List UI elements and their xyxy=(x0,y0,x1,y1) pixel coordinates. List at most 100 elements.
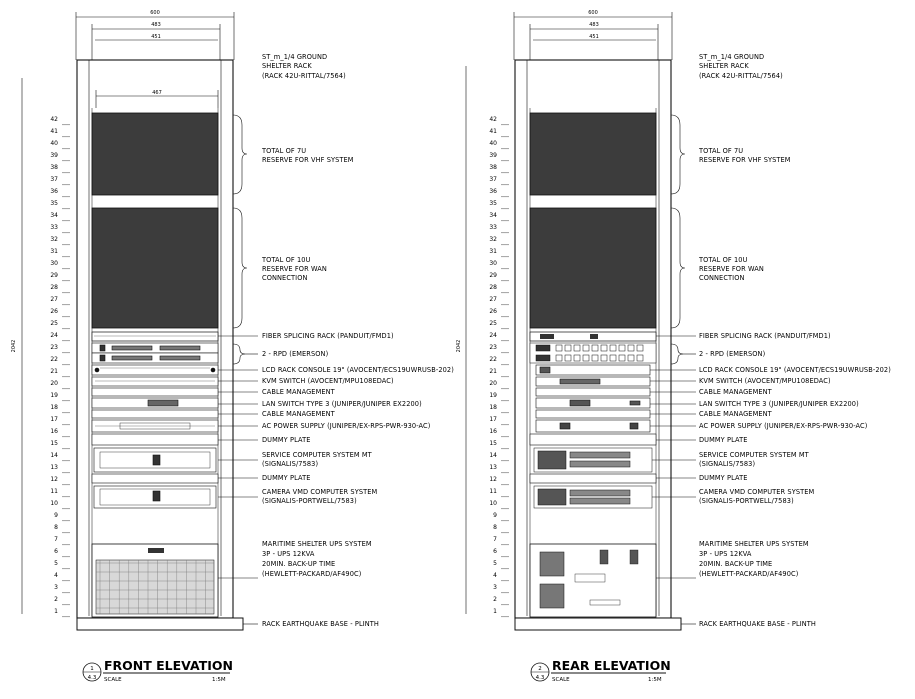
cable-management-1 xyxy=(91,387,219,397)
unit-number: 15 xyxy=(50,440,58,447)
unit-number: 32 xyxy=(50,236,58,243)
rpd-outlet xyxy=(573,344,581,352)
dummy-label-1: DUMMY PLATE xyxy=(262,436,311,444)
unit-number: 24 xyxy=(489,332,497,339)
unit-number: 11 xyxy=(489,488,497,495)
dim-height: 2042 xyxy=(456,340,462,353)
wan-reserve-block xyxy=(529,207,657,329)
lan-switch xyxy=(535,397,651,409)
unit-number: 29 xyxy=(50,272,58,279)
unit-number: 8 xyxy=(493,524,497,531)
unit-number: 9 xyxy=(54,512,58,519)
ups-label-3: 20MIN. BACK-UP TIME xyxy=(262,560,335,568)
unit-number: 34 xyxy=(50,212,58,219)
unit-number: 37 xyxy=(489,176,497,183)
wan-label-2: RESERVE FOR WAN xyxy=(699,265,764,273)
rpd-outlet xyxy=(555,354,563,362)
dummy-plate-2 xyxy=(529,473,657,484)
fiber-label: FIBER SPLICING RACK (PANDUIT/FMD1) xyxy=(262,332,394,340)
labels-front: ST_m_1/4 GROUND SHELTER RACK (RACK 42U-R… xyxy=(261,53,454,628)
unit-number: 41 xyxy=(50,128,58,135)
unit-number: 31 xyxy=(50,248,58,255)
unit-number: 4 xyxy=(54,572,58,579)
unit-number: 33 xyxy=(489,224,497,231)
rpd-outlet xyxy=(600,354,608,362)
unit-number: 19 xyxy=(50,392,58,399)
fiber-label: FIBER SPLICING RACK (PANDUIT/FMD1) xyxy=(699,332,831,340)
rpd-outlet xyxy=(591,354,599,362)
lan-label: LAN SWITCH TYPE 3 (JUNIPER/JUNIPER EX220… xyxy=(262,400,422,408)
unit-number: 29 xyxy=(489,272,497,279)
rpd-outlet xyxy=(636,354,644,362)
rpd-outlet xyxy=(591,344,599,352)
rpd-unit xyxy=(529,342,657,364)
unit-number: 22 xyxy=(50,356,58,363)
unit-number: 22 xyxy=(489,356,497,363)
unit-number: 33 xyxy=(50,224,58,231)
ups-system xyxy=(529,543,657,618)
unit-number: 12 xyxy=(50,476,58,483)
vhf-reserve-block xyxy=(91,112,219,196)
lcd-console xyxy=(91,364,219,376)
kvm-switch xyxy=(91,376,219,387)
unit-number: 14 xyxy=(489,452,497,459)
unit-number: 28 xyxy=(50,284,58,291)
unit-number: 5 xyxy=(493,560,497,567)
rpd-outlet xyxy=(555,344,563,352)
unit-number: 23 xyxy=(50,344,58,351)
wan-label-1: TOTAL OF 10U xyxy=(698,256,748,264)
kvm-switch xyxy=(535,376,651,387)
dummy-label-1: DUMMY PLATE xyxy=(699,436,748,444)
unit-number: 8 xyxy=(54,524,58,531)
rpd-label: 2 - RPD (EMERSON) xyxy=(699,350,765,358)
rpd-outlet xyxy=(618,354,626,362)
rack-elevation-drawing: 600 483 451 467 2042 4241403938373635343… xyxy=(11,10,891,683)
dim-rail: 451 xyxy=(151,34,161,40)
unit-number: 2 xyxy=(493,596,497,603)
leader-lines-front xyxy=(218,114,258,625)
unit-numbers-rear: 4241403938373635343332313029282726252423… xyxy=(489,116,497,615)
wan-reserve-block xyxy=(91,207,219,329)
cable-management-2 xyxy=(91,409,219,419)
unit-number: 41 xyxy=(489,128,497,135)
cable-label-1: CABLE MANAGEMENT xyxy=(262,388,336,396)
rpd-outlet xyxy=(582,354,590,362)
rpd-outlet xyxy=(600,344,608,352)
unit-number: 10 xyxy=(50,500,58,507)
dummy-label-2: DUMMY PLATE xyxy=(262,474,311,482)
unit-number: 40 xyxy=(489,140,497,147)
unit-number: 13 xyxy=(489,464,497,471)
service-label-2: (SIGNALIS/7583) xyxy=(262,460,318,468)
view-number: 2 xyxy=(538,666,542,672)
camera-vmd-computer xyxy=(533,485,653,509)
unit-number: 35 xyxy=(489,200,497,207)
scale-value: 1:5M xyxy=(648,677,662,683)
rpd-outlet xyxy=(609,354,617,362)
ups-label-2: 3P - UPS 12KVA xyxy=(699,550,752,558)
service-label-1: SERVICE COMPUTER SYSTEM MT xyxy=(262,451,373,459)
vhf-label-2: RESERVE FOR VHF SYSTEM xyxy=(699,156,791,164)
dummy-plate-2 xyxy=(91,473,219,484)
service-computer xyxy=(93,447,217,473)
vhf-label-1: TOTAL OF 7U xyxy=(698,147,743,155)
unit-ticks-rear xyxy=(501,124,509,617)
unit-number: 6 xyxy=(54,548,58,555)
unit-number: 23 xyxy=(489,344,497,351)
dim-inner: 483 xyxy=(589,22,599,28)
base-label: RACK EARTHQUAKE BASE - PLINTH xyxy=(262,620,379,628)
dummy-plate-1 xyxy=(91,433,219,446)
unit-number: 21 xyxy=(50,368,58,375)
unit-numbers-front: 4241403938373635343332313029282726252423… xyxy=(50,116,58,615)
unit-number: 25 xyxy=(489,320,497,327)
camera-label-2: (SIGNALIS-PORTWELL/7583) xyxy=(699,497,794,505)
unit-number: 37 xyxy=(50,176,58,183)
unit-number: 42 xyxy=(50,116,58,123)
service-computer xyxy=(533,447,653,473)
rack-title-line-1: ST_m_1/4 GROUND xyxy=(699,53,764,61)
lcd-label: LCD RACK CONSOLE 19" (AVOCENT/ECS19UWRUS… xyxy=(699,366,891,374)
view-title: REAR ELEVATION xyxy=(552,658,671,673)
rpd-outlet xyxy=(564,354,572,362)
unit-number: 18 xyxy=(489,404,497,411)
unit-number: 20 xyxy=(489,380,497,387)
ups-label-2: 3P - UPS 12KVA xyxy=(262,550,315,558)
